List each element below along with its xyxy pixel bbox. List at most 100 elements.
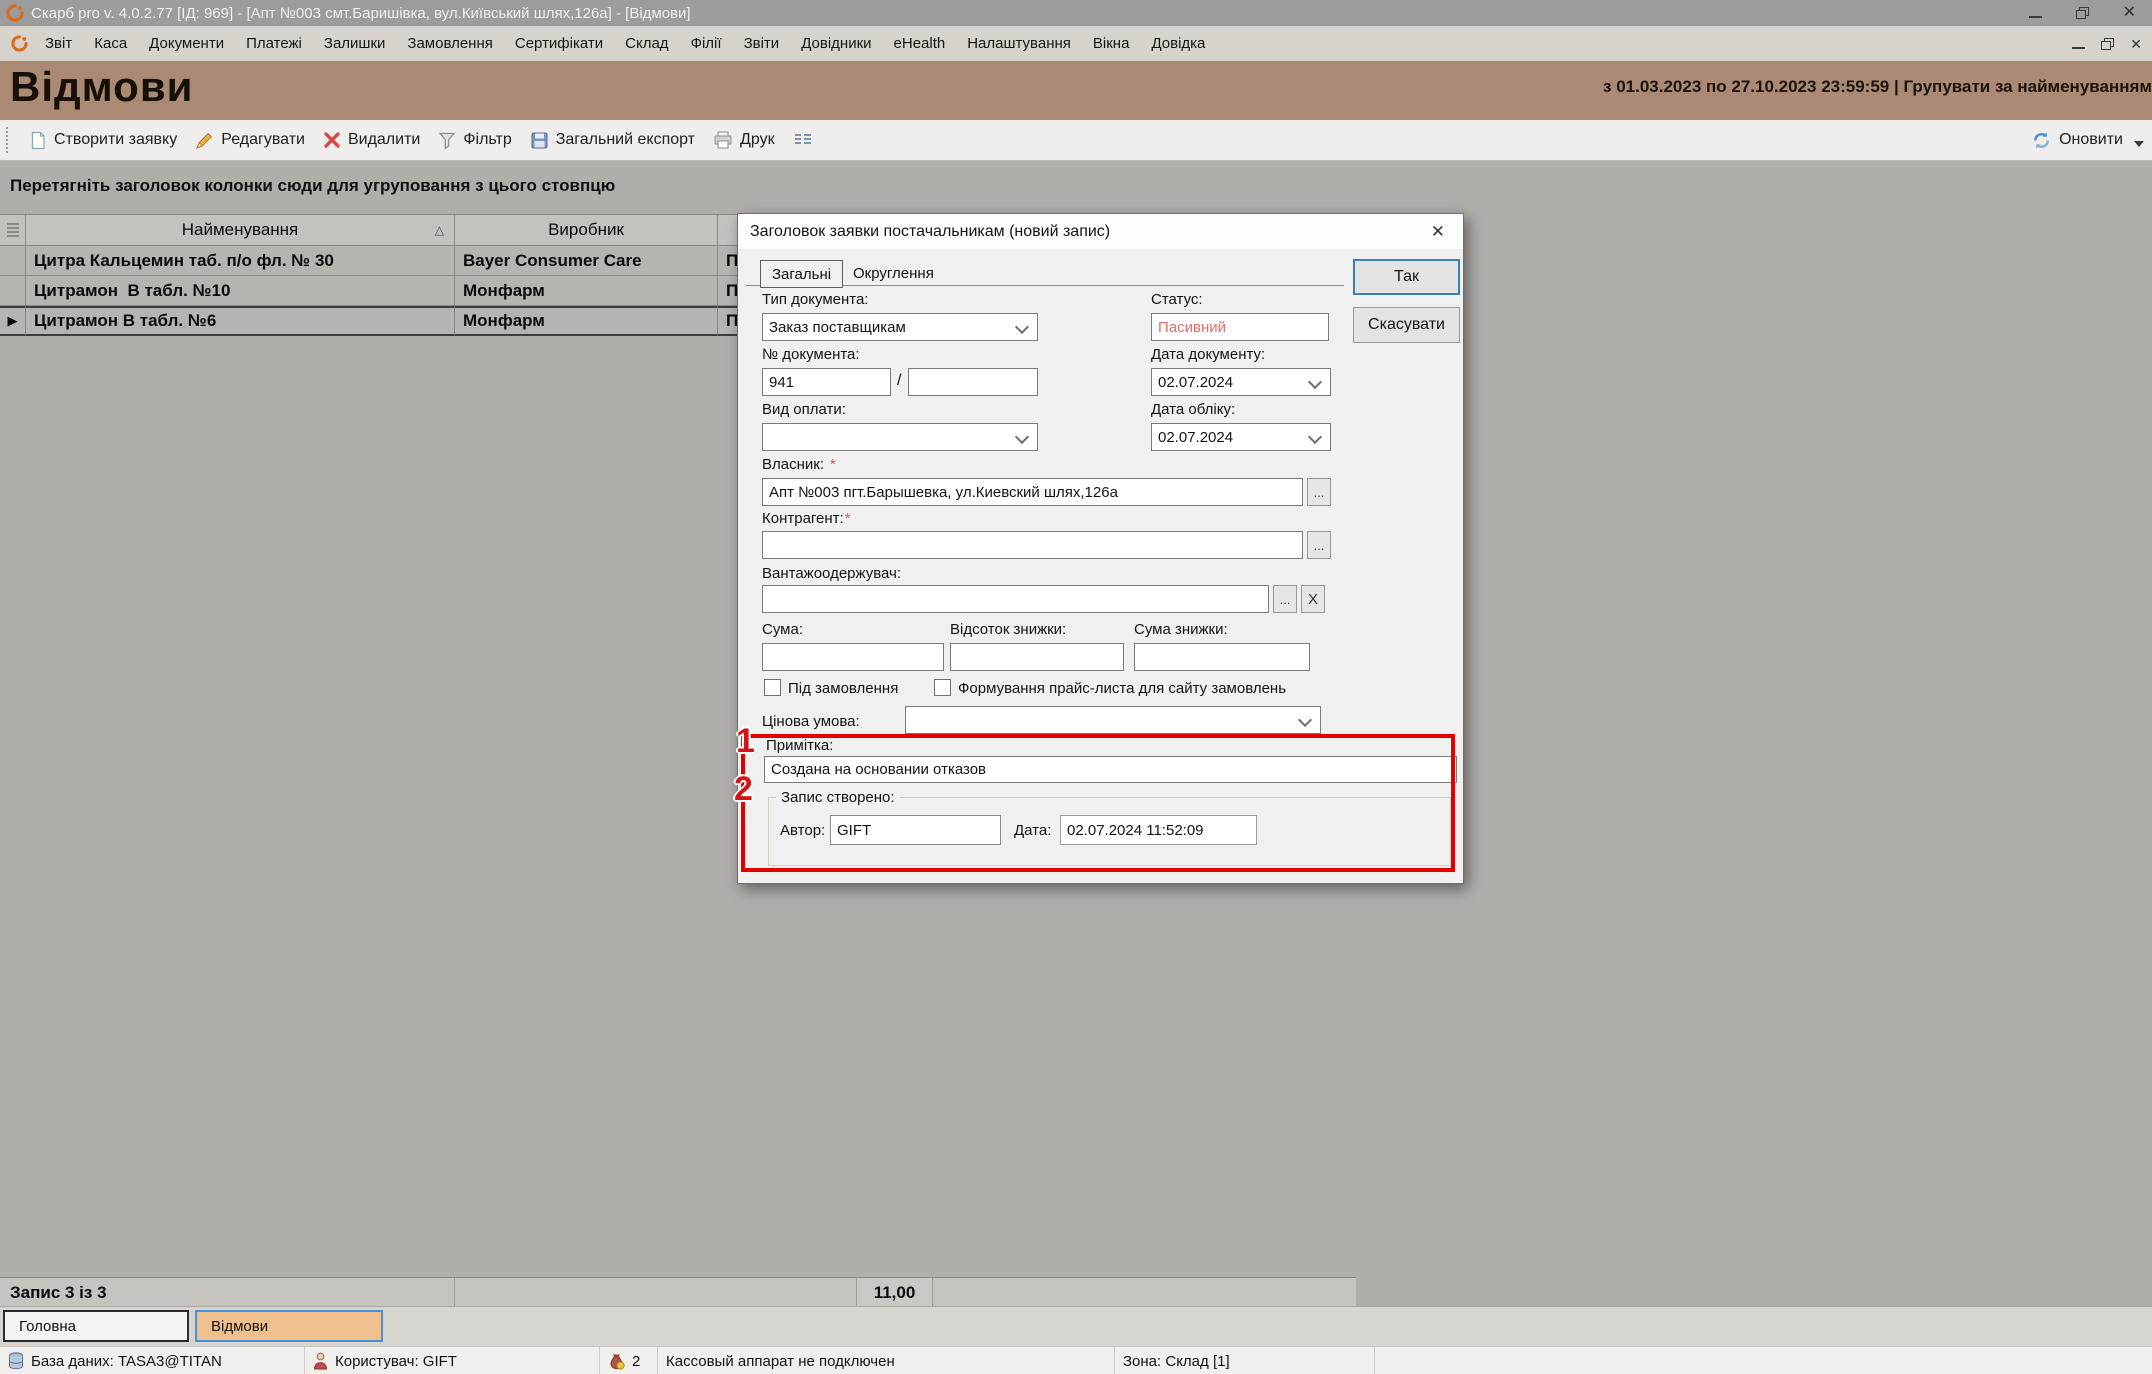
- cell-name[interactable]: Цитрамон В табл. №6: [26, 306, 455, 336]
- consignee-input[interactable]: [762, 585, 1269, 613]
- chevron-down-icon[interactable]: [1015, 320, 1029, 334]
- tab-vidmovy[interactable]: Відмови: [195, 1310, 383, 1342]
- tab-okruhlennia[interactable]: Округлення: [842, 260, 945, 286]
- chevron-down-icon[interactable]: [1015, 430, 1029, 444]
- menu-item-ehealth[interactable]: eHealth: [883, 30, 957, 57]
- cancel-button[interactable]: Скасувати: [1353, 307, 1460, 343]
- required-asterisk: *: [845, 510, 851, 527]
- dialog-title: Заголовок заявки постачальникам (новий з…: [750, 223, 1110, 241]
- mdi-minimize-icon[interactable]: [2072, 39, 2085, 49]
- status-session-count: 2: [600, 1347, 658, 1374]
- toolbar-grip[interactable]: [6, 127, 12, 153]
- table-corner-cell[interactable]: [0, 214, 26, 246]
- chevron-down-icon[interactable]: [1308, 375, 1322, 389]
- price-condition-label: Цінова умова:: [762, 713, 860, 730]
- refresh-button[interactable]: Оновити: [2031, 130, 2152, 151]
- owner-label: Власник:*: [762, 456, 836, 473]
- status-cash-register: Кассовый аппарат не подключен: [658, 1347, 1115, 1374]
- cell-manufacturer[interactable]: Bayer Consumer Care: [455, 246, 718, 276]
- chevron-down-icon[interactable]: [1308, 430, 1322, 444]
- menu-item-zvit[interactable]: Звіт: [34, 30, 83, 57]
- menu-item-sertyfikaty[interactable]: Сертифікати: [504, 30, 614, 57]
- mdi-restore-icon[interactable]: [2101, 38, 2114, 50]
- on-order-label: Під замовлення: [788, 680, 898, 697]
- contractor-input[interactable]: [762, 531, 1303, 559]
- dialog-close-icon[interactable]: ✕: [1425, 222, 1451, 242]
- menu-item-vikna[interactable]: Вікна: [1082, 30, 1141, 57]
- owner-browse-button[interactable]: ...: [1307, 478, 1331, 506]
- delete-button[interactable]: Видалити: [314, 126, 429, 154]
- group-by-hint: Перетягніть заголовок колонки сюди для у…: [10, 176, 615, 196]
- export-button[interactable]: Загальний експорт: [521, 126, 704, 155]
- payment-type-select[interactable]: [762, 423, 1038, 451]
- doc-date-select[interactable]: 02.07.2024: [1151, 368, 1331, 396]
- close-icon[interactable]: ✕: [2123, 5, 2136, 21]
- create-request-button[interactable]: Створити заявку: [20, 126, 186, 155]
- columns-button[interactable]: [784, 126, 822, 154]
- filter-funnel-icon: [438, 131, 456, 150]
- edit-button[interactable]: Редагувати: [186, 126, 314, 155]
- doc-date-label: Дата документу:: [1151, 346, 1265, 363]
- cell-name[interactable]: Цитра Кальцемин таб. п/о фл. № 30: [26, 246, 455, 276]
- cell-manufacturer[interactable]: Монфарм: [455, 306, 718, 336]
- refresh-dropdown-icon[interactable]: [2134, 141, 2144, 147]
- refresh-icon: [2031, 130, 2052, 151]
- sort-ascending-icon[interactable]: △: [435, 223, 444, 237]
- annotation-number-2: 2: [734, 770, 753, 809]
- mdi-close-icon[interactable]: ✕: [2130, 37, 2142, 51]
- discount-percent-input[interactable]: [950, 643, 1124, 671]
- chevron-down-icon[interactable]: [1298, 713, 1312, 727]
- menu-item-zamovlennia[interactable]: Замовлення: [396, 30, 503, 57]
- consignee-browse-button[interactable]: ...: [1273, 585, 1297, 613]
- menu-item-platezhi[interactable]: Платежі: [235, 30, 313, 57]
- total-quantity: 11,00: [857, 1278, 933, 1307]
- owner-input[interactable]: Апт №003 пгт.Барышевка, ул.Киевский шлях…: [762, 478, 1303, 506]
- status-label: Статус:: [1151, 291, 1203, 308]
- menu-item-kasa[interactable]: Каса: [83, 30, 138, 57]
- tab-holovna[interactable]: Головна: [3, 1310, 189, 1342]
- print-button[interactable]: Друк: [704, 126, 784, 154]
- contractor-browse-button[interactable]: ...: [1307, 531, 1331, 559]
- window-title: Скарб pro v. 4.0.2.77 [ІД: 969] - [Апт №…: [31, 5, 691, 22]
- on-order-checkbox[interactable]: [764, 679, 781, 696]
- menu-item-dovidnyky[interactable]: Довідники: [790, 30, 882, 57]
- sum-label: Сума:: [762, 621, 803, 638]
- price-list-checkbox[interactable]: [934, 679, 951, 696]
- doc-type-select[interactable]: Заказ поставщикам: [762, 313, 1038, 341]
- doc-number-input[interactable]: 941: [762, 368, 891, 396]
- restore-icon[interactable]: [2076, 7, 2089, 19]
- export-icon: [530, 131, 549, 150]
- doc-number-suffix-input[interactable]: [908, 368, 1038, 396]
- accounting-date-select[interactable]: 02.07.2024: [1151, 423, 1331, 451]
- menu-item-zvity[interactable]: Звіти: [733, 30, 791, 57]
- cell-name[interactable]: Цитрамон В табл. №10: [26, 276, 455, 306]
- window-titlebar: Скарб pro v. 4.0.2.77 [ІД: 969] - [Апт №…: [0, 0, 2152, 26]
- app-logo-icon: [6, 4, 24, 22]
- menu-item-sklad[interactable]: Склад: [614, 30, 679, 57]
- cell-manufacturer[interactable]: Монфарм: [455, 276, 718, 306]
- create-request-label: Створити заявку: [54, 131, 177, 149]
- minimize-icon[interactable]: [2029, 8, 2042, 18]
- column-header-name[interactable]: Найменування △: [26, 214, 455, 246]
- column-header-manufacturer[interactable]: Виробник: [455, 214, 718, 246]
- menu-item-dovidka[interactable]: Довідка: [1140, 30, 1216, 57]
- status-field: Пасивний: [1151, 313, 1329, 341]
- filter-button[interactable]: Фільтр: [429, 126, 520, 155]
- menu-item-nalashtuvannia[interactable]: Налаштування: [956, 30, 1082, 57]
- consignee-clear-button[interactable]: X: [1301, 585, 1325, 613]
- print-label: Друк: [740, 131, 775, 149]
- doc-type-label: Тип документа:: [762, 291, 868, 308]
- ok-button[interactable]: Так: [1353, 259, 1460, 295]
- menu-item-dokumenty[interactable]: Документи: [138, 30, 235, 57]
- tab-zahalni[interactable]: Загальні: [760, 260, 843, 288]
- filter-label: Фільтр: [463, 131, 511, 149]
- price-condition-select[interactable]: [905, 706, 1321, 734]
- record-count: Запис 3 із 3: [0, 1278, 455, 1307]
- discount-percent-label: Відсоток знижки:: [950, 621, 1066, 638]
- export-label: Загальний експорт: [556, 131, 695, 149]
- sum-input[interactable]: [762, 643, 944, 671]
- menu-item-filii[interactable]: Філії: [680, 30, 733, 57]
- menu-item-zalyshky[interactable]: Залишки: [313, 30, 397, 57]
- period-filter-label[interactable]: з 01.03.2023 по 27.10.2023 23:59:59 | Гр…: [1603, 77, 2152, 97]
- discount-sum-input[interactable]: [1134, 643, 1310, 671]
